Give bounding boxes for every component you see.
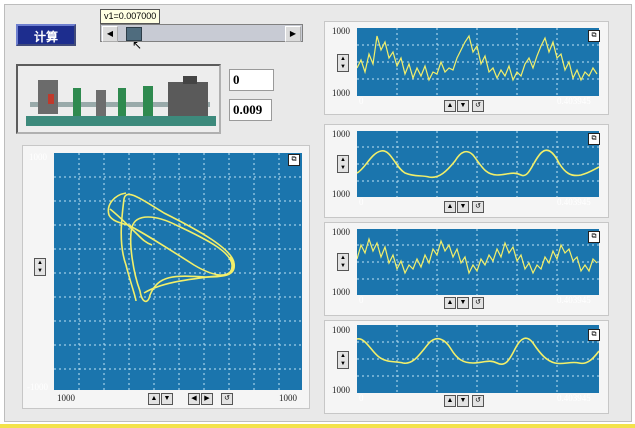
plot1-ymin-label: 1000: [332, 88, 350, 98]
plot3-ymax-label: 1000: [332, 227, 350, 237]
plot2-down-icon[interactable]: ▼: [457, 201, 469, 213]
phase-reset-icon[interactable]: ↺: [221, 393, 233, 405]
phase-zoom-icon[interactable]: ⧉: [288, 154, 300, 166]
plot3-ymin-label: 1000: [332, 287, 350, 297]
plot3-xmax-label: 0.403945: [557, 295, 591, 305]
waveform-panel-3: 1000 1000 0 0.403945 ⧉ ▲ ▼ ▲ ▼ ↺: [324, 222, 609, 316]
waveform-plot-3: [356, 229, 599, 295]
phase-down-icon[interactable]: ▼: [161, 393, 173, 405]
waveform-panel-4: 1000 1000 0 0.403945 ⧉ ▲ ▼ ▲ ▼ ↺: [324, 320, 609, 414]
readout-bottom: 0.009: [229, 99, 272, 121]
phase-xmax-label: 1000: [279, 393, 297, 403]
plot2-xmin-label: 0: [359, 197, 364, 207]
plot1-xmin-label: 0: [359, 96, 364, 106]
plot1-ymax-label: 1000: [332, 26, 350, 36]
plot4-down-icon[interactable]: ▼: [457, 395, 469, 407]
slider-left-arrow-icon[interactable]: ◀: [102, 26, 118, 42]
phase-xmin-label: 1000: [57, 393, 75, 403]
waveform-plot-2: [356, 131, 600, 197]
parameter-slider[interactable]: ◀ ▶: [100, 24, 303, 42]
plot1-down-icon[interactable]: ▼: [457, 100, 469, 112]
plot2-ymax-label: 1000: [332, 129, 350, 139]
plot3-down-icon[interactable]: ▼: [457, 297, 469, 309]
plot1-yscale-icon[interactable]: ▲ ▼: [337, 54, 349, 72]
plot4-xmin-label: 0: [359, 393, 364, 403]
plot2-up-icon[interactable]: ▲: [444, 201, 456, 213]
slider-right-arrow-icon[interactable]: ▶: [285, 26, 301, 42]
plot4-up-icon[interactable]: ▲: [444, 395, 456, 407]
phase-right-icon[interactable]: ▶: [201, 393, 213, 405]
plot1-up-icon[interactable]: ▲: [444, 100, 456, 112]
plot1-zoom-icon[interactable]: ⧉: [588, 30, 600, 42]
waveform-panel-1: 1000 1000 0 0.403945 ⧉ ▲ ▼ ▲ ▼ ↺: [324, 21, 609, 115]
plot2-reset-icon[interactable]: ↺: [472, 201, 484, 213]
plot2-ymin-label: 1000: [332, 189, 350, 199]
plot1-xmax-label: 0.403945: [557, 96, 591, 106]
plot4-xmax-label: 0.403945: [557, 393, 591, 403]
plot2-xmax-label: 0.403945: [557, 197, 591, 207]
plot2-zoom-icon[interactable]: ⧉: [588, 133, 600, 145]
phase-left-icon[interactable]: ◀: [188, 393, 200, 405]
waveform-panel-2: 1000 1000 0 0.403945 ⧉ ▲ ▼ ▲ ▼ ↺: [324, 124, 609, 218]
slider-tooltip: v1=0.007000: [100, 9, 161, 24]
plot3-up-icon[interactable]: ▲: [444, 297, 456, 309]
calculate-button[interactable]: 计算: [16, 24, 76, 46]
plot4-reset-icon[interactable]: ↺: [472, 395, 484, 407]
plot2-yscale-icon[interactable]: ▲ ▼: [337, 155, 349, 173]
plot4-ymax-label: 1000: [332, 325, 350, 335]
waveform-plot-1: [356, 28, 599, 96]
phase-ymax-label: 1000: [29, 152, 47, 162]
plot1-reset-icon[interactable]: ↺: [472, 100, 484, 112]
phase-plot-area: [54, 153, 302, 390]
plot4-ymin-label: 1000: [332, 385, 350, 395]
phase-plot-panel: 1000 -1000 1000 1000 ⧉ ▲ ▼ ▲ ▼ ◀ ▶ ↺: [22, 145, 310, 409]
mouse-cursor-icon: ↖: [132, 38, 143, 52]
waveform-plot-4: [356, 325, 600, 393]
bottom-accent-bar: [0, 424, 635, 428]
plot3-reset-icon[interactable]: ↺: [472, 297, 484, 309]
machine-photo: [16, 64, 221, 134]
plot4-zoom-icon[interactable]: ⧉: [588, 329, 600, 341]
plot3-zoom-icon[interactable]: ⧉: [588, 231, 600, 243]
phase-up-icon[interactable]: ▲: [148, 393, 160, 405]
readout-top: 0: [229, 69, 274, 91]
plot3-xmin-label: 0: [359, 295, 364, 305]
phase-ymin-label: -1000: [27, 382, 48, 392]
plot4-yscale-icon[interactable]: ▲ ▼: [337, 351, 349, 369]
phase-yscale-icon[interactable]: ▲ ▼: [34, 258, 46, 276]
plot3-yscale-icon[interactable]: ▲ ▼: [337, 253, 349, 271]
